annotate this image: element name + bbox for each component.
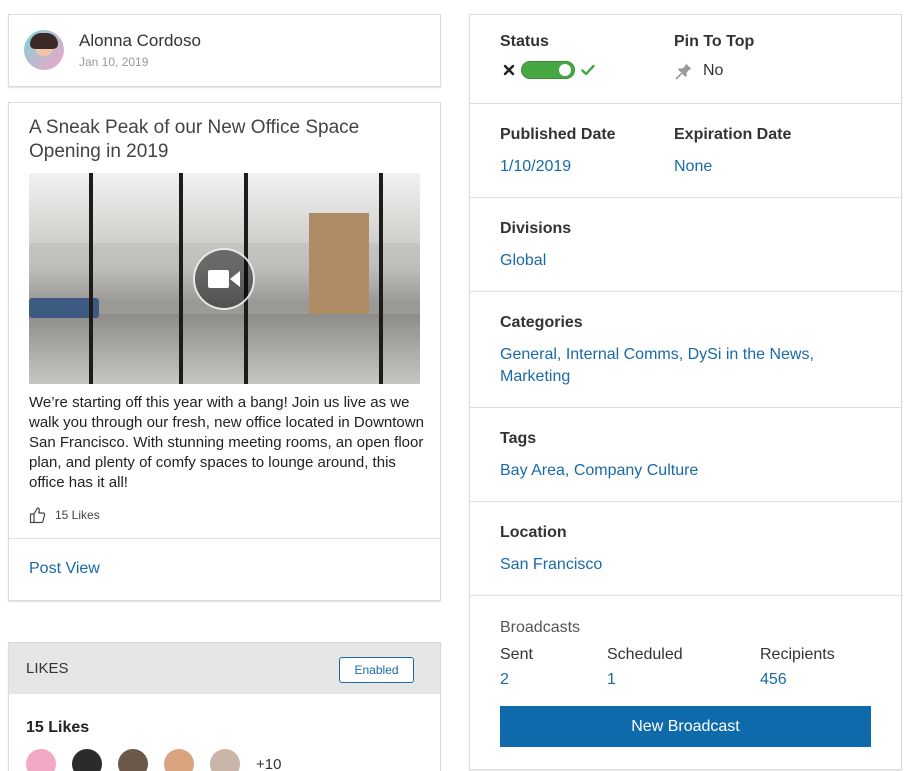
likes-panel-title: LIKES [26,660,69,677]
new-broadcast-button[interactable]: New Broadcast [500,706,871,747]
expiration-date-label: Expiration Date [674,126,792,143]
scheduled-count[interactable]: 1 [607,669,616,691]
sent-label: Sent [500,646,533,663]
author-avatar[interactable] [24,30,64,70]
more-likers-count[interactable]: +10 [256,756,281,771]
recipients-label: Recipients [760,646,835,663]
broadcasts-label: Broadcasts [500,619,581,636]
status-toggle[interactable] [521,61,575,79]
toggle-knob [559,64,571,76]
post-title: A Sneak Peak of our New Office Space Ope… [29,117,360,162]
author-name[interactable]: Alonna Cordoso [79,31,201,51]
post-date: Jan 10, 2019 [79,55,149,69]
post-view-link[interactable]: Post View [29,560,100,578]
status-toggle-group [503,61,595,79]
expiration-date-value[interactable]: None [674,156,712,178]
published-date-value[interactable]: 1/10/2019 [500,156,571,178]
recipients-count[interactable]: 456 [760,669,787,691]
liker-avatar[interactable] [72,749,102,771]
categories-value-line2[interactable]: Marketing [500,366,570,388]
video-camera-icon [208,270,240,288]
status-section: Status Pin To Top No [470,15,901,104]
divisions-value[interactable]: Global [500,250,546,272]
tags-value[interactable]: Bay Area, Company Culture [500,460,698,482]
post-body: We’re starting off this year with a bang… [29,394,424,491]
likes-panel: LIKES Enabled 15 Likes +10 [8,642,441,771]
liker-avatar[interactable] [118,749,148,771]
glass-frame [179,173,183,384]
location-value[interactable]: San Francisco [500,554,602,576]
pin-to-top-value: No [703,62,724,79]
likes-enabled-toggle[interactable]: Enabled [339,657,414,683]
glass-frame [89,173,93,384]
pin-to-top-label: Pin To Top [674,33,755,50]
status-label: Status [500,33,549,50]
sent-count[interactable]: 2 [500,669,509,691]
tags-section: Tags Bay Area, Company Culture [470,408,901,502]
video-play-button[interactable] [193,248,255,310]
post-likes[interactable]: 15 Likes [29,506,100,524]
location-label: Location [500,524,567,541]
post-details-panel: Status Pin To Top No Published Date 1/10… [469,14,902,770]
x-icon [503,64,515,76]
location-section: Location San Francisco [470,502,901,596]
likers-list: +10 [26,749,281,771]
pin-to-top-control[interactable]: No [675,62,723,80]
likes-panel-header: LIKES Enabled [9,643,440,694]
post-card: A Sneak Peak of our New Office Space Ope… [8,102,441,601]
published-date-label: Published Date [500,126,616,143]
pin-icon[interactable] [675,62,693,80]
divisions-label: Divisions [500,220,572,237]
liker-avatar[interactable] [164,749,194,771]
tags-label: Tags [500,430,537,447]
categories-section: Categories General, Internal Comms, DySi… [470,292,901,408]
dates-section: Published Date 1/10/2019 Expiration Date… [470,104,901,198]
check-icon [581,64,595,76]
author-card: Alonna Cordoso Jan 10, 2019 [8,14,441,87]
office-floor [29,314,420,384]
scheduled-label: Scheduled [607,646,683,663]
likes-total: 15 Likes [26,719,90,736]
divisions-section: Divisions Global [470,198,901,292]
post-video-thumbnail[interactable] [29,173,420,384]
post-likes-count: 15 Likes [55,508,100,522]
liker-avatar[interactable] [26,749,56,771]
glass-frame [379,173,383,384]
categories-value-line1[interactable]: General, Internal Comms, DySi in the New… [500,344,814,366]
liker-avatar[interactable] [210,749,240,771]
divider [9,538,440,539]
categories-label: Categories [500,314,583,331]
thumbs-up-icon[interactable] [29,506,47,524]
